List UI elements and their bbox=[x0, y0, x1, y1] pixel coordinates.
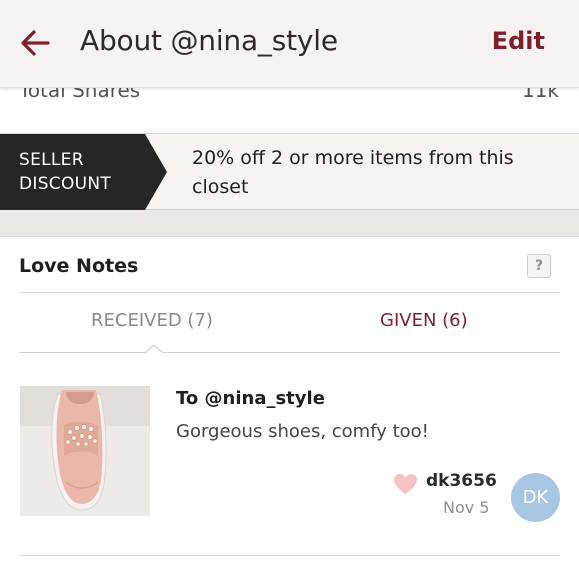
app-header: About @nina_style Edit bbox=[0, 0, 579, 88]
love-notes-card: Love Notes ? RECEIVED (7) GIVEN (6) To @… bbox=[0, 236, 579, 580]
section-gap bbox=[0, 210, 579, 236]
avatar[interactable]: DK bbox=[511, 473, 560, 522]
edit-button[interactable]: Edit bbox=[492, 27, 545, 55]
tab-given[interactable]: GIVEN (6) bbox=[380, 310, 468, 331]
tab-underline bbox=[19, 352, 560, 353]
note-recipient: To @nina_style bbox=[176, 388, 325, 409]
pink-sneaker-image bbox=[20, 386, 150, 516]
help-icon[interactable]: ? bbox=[527, 254, 551, 278]
heart-icon bbox=[394, 474, 417, 494]
discount-description: 20% off 2 or more items from this closet bbox=[192, 147, 514, 198]
seller-discount-badge: SELLER DISCOUNT bbox=[0, 134, 167, 210]
note-author-username[interactable]: dk3656 bbox=[426, 471, 497, 491]
divider bbox=[19, 555, 560, 556]
love-notes-title: Love Notes bbox=[19, 255, 139, 277]
active-tab-caret-icon bbox=[145, 345, 163, 354]
note-message: Gorgeous shoes, comfy too! bbox=[176, 421, 429, 442]
seller-discount-banner: SELLER DISCOUNT 20% off 2 or more items … bbox=[0, 134, 579, 210]
tab-received[interactable]: RECEIVED (7) bbox=[91, 310, 213, 331]
badge-line-discount: DISCOUNT bbox=[19, 174, 112, 194]
note-product-thumbnail[interactable] bbox=[20, 386, 150, 516]
back-arrow-icon[interactable] bbox=[18, 26, 52, 60]
note-date: Nov 5 bbox=[443, 498, 490, 517]
badge-line-seller: SELLER bbox=[19, 150, 84, 170]
divider bbox=[19, 292, 560, 293]
page-title: About @nina_style bbox=[80, 24, 338, 57]
